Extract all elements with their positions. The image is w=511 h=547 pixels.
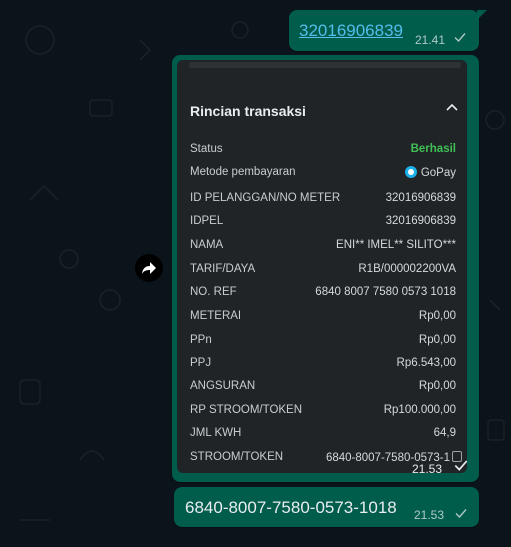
row-value: Rp100.000,00 bbox=[383, 404, 456, 416]
row-label: PPJ bbox=[190, 357, 212, 369]
row-label: ANGSURAN bbox=[190, 380, 256, 392]
receipt-row-idpel: IDPEL 32016906839 bbox=[190, 215, 456, 233]
row-label: METERAI bbox=[190, 310, 242, 322]
row-label: NO. REF bbox=[190, 286, 237, 298]
checkmark-icon bbox=[454, 460, 468, 471]
message-text[interactable]: 6840-8007-7580-0573-1018 bbox=[185, 498, 397, 518]
row-value: 64,9 bbox=[433, 427, 456, 439]
row-value: R1B/000002200VA bbox=[358, 263, 456, 275]
status-value: Berhasil bbox=[410, 143, 456, 155]
gopay-label: GoPay bbox=[420, 167, 456, 179]
row-label: ID PELANGGAN/NO METER bbox=[190, 192, 341, 204]
receipt-row-nama: NAMA ENI** IMEL** SILITO*** bbox=[190, 239, 456, 257]
gopay-logo-icon bbox=[404, 166, 417, 178]
image-message-bubble[interactable]: Rincian transaksi Status Berhasil Metode… bbox=[172, 55, 479, 482]
message-bubble-outgoing[interactable]: 6840-8007-7580-0573-1018 21.53 bbox=[174, 487, 479, 527]
transaction-receipt-image[interactable]: Rincian transaksi Status Berhasil Metode… bbox=[177, 60, 467, 473]
phone-number-link[interactable]: 32016906839 bbox=[299, 21, 403, 41]
receipt-row-ppj: PPJ Rp6.543,00 bbox=[190, 357, 456, 375]
row-label: Metode pembayaran bbox=[190, 166, 296, 178]
row-label: PPn bbox=[190, 334, 212, 346]
message-time: 21.53 bbox=[414, 508, 445, 522]
receipt-title: Rincian transaksi bbox=[190, 103, 306, 119]
checkmark-icon bbox=[454, 33, 466, 43]
row-label: JML KWH bbox=[190, 427, 242, 439]
bubble-tail bbox=[477, 10, 487, 20]
receipt-row-id-pelanggan: ID PELANGGAN/NO METER 32016906839 bbox=[190, 192, 456, 210]
row-value: 32016906839 bbox=[385, 215, 456, 227]
row-label: STROOM/TOKEN bbox=[190, 451, 284, 463]
receipt-row-no-ref: NO. REF 6840 8007 7580 0573 1018 bbox=[190, 286, 456, 304]
checkmark-icon bbox=[455, 509, 467, 519]
receipt-row-status: Status Berhasil bbox=[190, 143, 456, 161]
row-label: RP STROOM/TOKEN bbox=[190, 404, 303, 416]
receipt-row-angsuran: ANGSURAN Rp0,00 bbox=[190, 380, 456, 398]
message-time: 21.53 bbox=[412, 462, 443, 476]
row-value: Rp6.543,00 bbox=[396, 357, 456, 369]
receipt-row-tarif: TARIF/DAYA R1B/000002200VA bbox=[190, 263, 456, 281]
row-value: Rp0,00 bbox=[418, 334, 456, 346]
forward-button[interactable] bbox=[135, 254, 163, 282]
message-time: 21.41 bbox=[415, 33, 446, 47]
receipt-row-jml-kwh: JML KWH 64,9 bbox=[190, 427, 456, 445]
receipt-row-rp-stroom: RP STROOM/TOKEN Rp100.000,00 bbox=[190, 404, 456, 422]
message-bubble-outgoing[interactable]: 32016906839 21.41 bbox=[289, 10, 487, 51]
receipt-row-ppn: PPn Rp0,00 bbox=[190, 334, 456, 352]
row-value: 6840 8007 7580 0573 1018 bbox=[315, 286, 456, 298]
row-label: Status bbox=[190, 143, 223, 155]
forward-arrow-icon bbox=[142, 262, 156, 274]
receipt-row-meterai: METERAI Rp0,00 bbox=[190, 310, 456, 328]
row-label: IDPEL bbox=[190, 215, 224, 227]
row-value: Rp0,00 bbox=[418, 310, 456, 322]
row-value: ENI** IMEL** SILITO*** bbox=[336, 239, 456, 251]
chevron-up-icon[interactable] bbox=[445, 100, 459, 114]
row-label: NAMA bbox=[190, 239, 224, 251]
row-label: TARIF/DAYA bbox=[190, 263, 256, 275]
receipt-header-strip bbox=[189, 62, 461, 68]
payment-method-value: GoPay bbox=[404, 166, 456, 179]
row-value: Rp0,00 bbox=[418, 380, 456, 392]
receipt-row-payment-method: Metode pembayaran GoPay bbox=[190, 166, 456, 184]
row-value: 32016906839 bbox=[385, 192, 456, 204]
